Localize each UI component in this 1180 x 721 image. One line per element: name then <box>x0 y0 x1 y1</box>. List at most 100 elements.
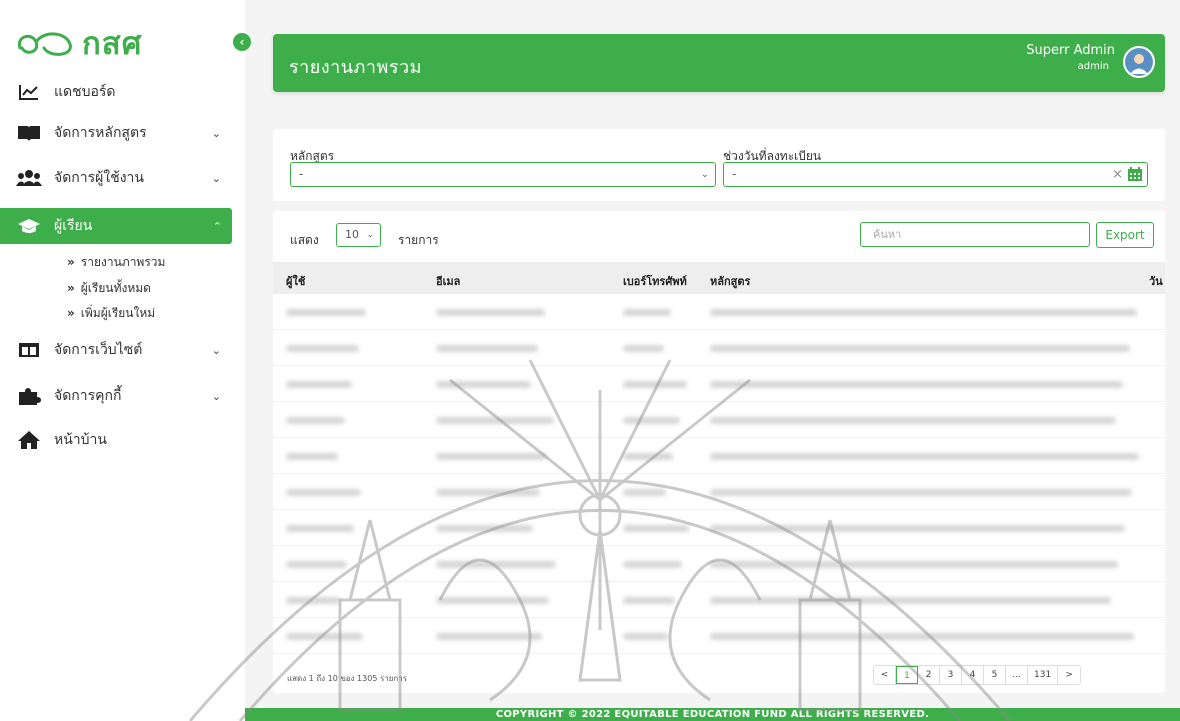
redacted-cell <box>710 597 1111 604</box>
redacted-cell <box>436 309 545 316</box>
chart-line-icon <box>16 81 42 103</box>
double-chevron-icon: » <box>67 255 75 269</box>
sidebar-subitem-overview-report[interactable]: » รายงานภาพรวม <box>67 253 165 272</box>
brand-logo[interactable]: กสศ <box>14 18 142 68</box>
table-row[interactable] <box>273 618 1165 654</box>
users-icon <box>16 167 42 189</box>
redacted-cell <box>623 345 664 352</box>
pagination-ellipsis: ... <box>1006 666 1028 684</box>
redacted-cell <box>710 309 1137 316</box>
redacted-cell <box>436 453 547 460</box>
sidebar-item-dashboard[interactable]: แดชบอร์ด <box>16 74 231 110</box>
filter-card: หลักสูตร - ⌄ ช่วงวันที่ลงทะเบียน - × <box>273 129 1165 201</box>
chevron-down-icon: ⌄ <box>211 343 221 357</box>
chevron-down-icon: ⌄ <box>211 126 221 140</box>
redacted-cell <box>710 489 1132 496</box>
column-header-date[interactable]: วัน <box>1149 272 1163 290</box>
column-header-course[interactable]: หลักสูตร <box>710 272 750 290</box>
pagination-page[interactable]: 4 <box>962 666 984 684</box>
footer-copyright: COPYRIGHT © 2022 EQUITABLE EDUCATION FUN… <box>245 708 1180 721</box>
redacted-cell <box>286 597 340 604</box>
sidebar-item-label: จัดการผู้ใช้งาน <box>54 170 144 186</box>
table-row[interactable] <box>273 294 1165 330</box>
redacted-cell <box>436 525 533 532</box>
export-button[interactable]: Export <box>1096 222 1154 248</box>
pagination-page[interactable]: 131 <box>1028 666 1059 684</box>
page-header: รายงานภาพรวม Superr Admin admin <box>273 34 1165 92</box>
sidebar-item-label: จัดการเว็บไซต์ <box>54 342 143 358</box>
redacted-cell <box>436 597 549 604</box>
pagination-prev[interactable]: < <box>874 666 896 684</box>
page-length-select[interactable]: 10 ⌄ <box>336 223 381 247</box>
column-header-phone[interactable]: เบอร์โทรศัพท์ <box>623 272 687 290</box>
page-title: รายงานภาพรวม <box>289 57 423 78</box>
table-row[interactable] <box>273 330 1165 366</box>
sidebar-subitem-add-learner[interactable]: » เพิ่มผู้เรียนใหม่ <box>67 304 155 323</box>
sidebar-item-users[interactable]: จัดการผู้ใช้งาน ⌄ <box>16 160 231 196</box>
redacted-cell <box>710 633 1134 640</box>
pagination-page[interactable]: 1 <box>896 666 918 684</box>
course-select[interactable]: - ⌄ <box>290 162 716 187</box>
redacted-cell <box>286 381 352 388</box>
redacted-cell <box>710 453 1139 460</box>
table-row[interactable] <box>273 582 1165 618</box>
chevron-up-icon: ⌃ <box>212 219 222 233</box>
table-row[interactable] <box>273 510 1165 546</box>
registration-date-range-input[interactable]: - × <box>723 162 1148 187</box>
sidebar-item-courses[interactable]: จัดการหลักสูตร ⌄ <box>16 115 231 151</box>
search-input[interactable]: ค้นหา <box>860 222 1090 247</box>
table-row[interactable] <box>273 474 1165 510</box>
redacted-cell <box>286 345 359 352</box>
table-row[interactable] <box>273 438 1165 474</box>
pagination-page[interactable]: 5 <box>984 666 1006 684</box>
redacted-cell <box>286 309 366 316</box>
redacted-cell <box>623 597 675 604</box>
sidebar-item-home[interactable]: หน้าบ้าน <box>16 422 231 458</box>
redacted-cell <box>623 381 687 388</box>
table-info: แสดง 1 ถึง 10 ของ 1305 รายการ <box>287 674 408 683</box>
redacted-cell <box>623 309 671 316</box>
show-entries-label: แสดง <box>290 233 319 247</box>
table-row[interactable] <box>273 402 1165 438</box>
redacted-cell <box>436 381 531 388</box>
redacted-cell <box>286 453 338 460</box>
table-row[interactable] <box>273 546 1165 582</box>
sidebar-item-label: แดชบอร์ด <box>54 84 116 100</box>
chevron-down-icon: ⌄ <box>700 169 709 180</box>
double-chevron-icon: » <box>67 281 75 295</box>
pagination-next[interactable]: > <box>1058 666 1080 684</box>
sidebar-item-learners[interactable]: ผู้เรียน ⌃ <box>0 208 232 244</box>
pagination-page[interactable]: 3 <box>940 666 962 684</box>
pagination: < 1 2 3 4 5 ... 131 > <box>873 665 1082 685</box>
sidebar-item-label: จัดการคุกกี้ <box>54 388 122 404</box>
clear-icon[interactable]: × <box>1112 163 1123 186</box>
user-role: admin <box>1077 61 1109 72</box>
avatar[interactable] <box>1123 46 1155 78</box>
redacted-cell <box>710 417 1116 424</box>
book-icon <box>16 122 42 144</box>
layout-icon <box>16 339 42 361</box>
pagination-page[interactable]: 2 <box>918 666 940 684</box>
sidebar-subitem-all-learners[interactable]: » ผู้เรียนทั้งหมด <box>67 279 151 298</box>
sidebar-collapse-button[interactable]: ‹ <box>233 33 251 51</box>
double-chevron-icon: » <box>67 306 75 320</box>
column-header-user[interactable]: ผู้ใช้ <box>286 272 305 290</box>
sidebar-item-label: จัดการหลักสูตร <box>54 125 147 141</box>
chevron-down-icon: ⌄ <box>211 171 221 185</box>
redacted-cell <box>623 453 673 460</box>
redacted-cell <box>286 561 347 568</box>
redacted-cell <box>623 489 666 496</box>
redacted-cell <box>710 381 1123 388</box>
calendar-icon[interactable] <box>1127 166 1143 182</box>
sidebar-item-cookies[interactable]: จัดการคุกกี้ ⌄ <box>16 378 231 414</box>
column-header-email[interactable]: อีเมล <box>436 272 460 290</box>
user-name[interactable]: Superr Admin <box>1026 43 1115 58</box>
table-row[interactable] <box>273 366 1165 402</box>
redacted-cell <box>623 633 668 640</box>
puzzle-icon <box>16 385 42 407</box>
sidebar-item-website[interactable]: จัดการเว็บไซต์ ⌄ <box>16 332 231 368</box>
redacted-cell <box>710 345 1130 352</box>
redacted-cell <box>436 489 540 496</box>
redacted-cell <box>623 417 680 424</box>
redacted-cell <box>710 561 1118 568</box>
